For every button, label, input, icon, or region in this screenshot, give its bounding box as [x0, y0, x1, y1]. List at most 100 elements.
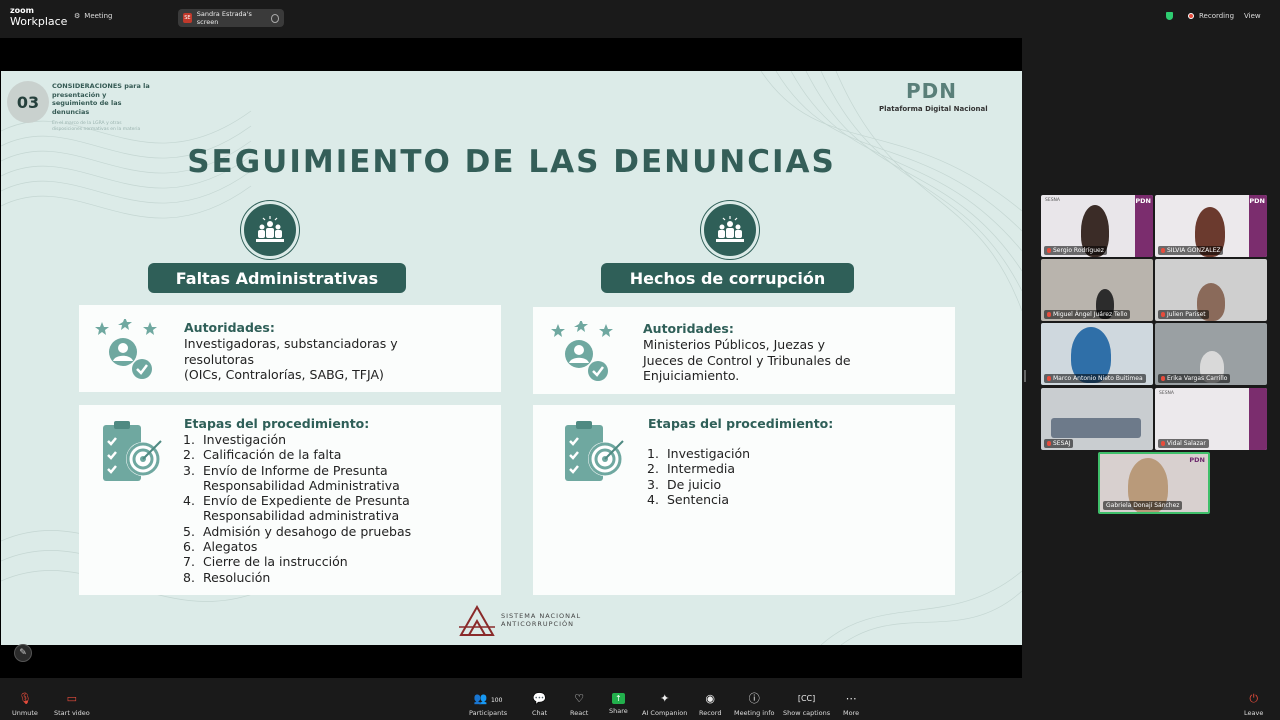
pdn-logo: PDN: [1135, 197, 1151, 205]
leave-button[interactable]: ⏻ Leave: [1244, 692, 1263, 717]
hechos-de-corrupcion-heading: Hechos de corrupción: [601, 263, 854, 293]
group-award-icon: [701, 201, 759, 259]
meeting-info-menu[interactable]: ⚙ Meeting: [74, 12, 113, 20]
recording-indicator[interactable]: Recording: [1188, 12, 1234, 20]
participant-name: Marco Antonio Nieto Buitimea: [1044, 374, 1146, 383]
participant-tile-active-speaker[interactable]: PDN Gabriela Donají Sánchez: [1098, 452, 1210, 514]
leave-icon: ⏻: [1249, 692, 1259, 705]
participant-tile[interactable]: SESNA Vidal Salazar: [1155, 388, 1267, 450]
section-number-badge: 03: [7, 81, 49, 123]
gear-icon: ⚙: [74, 12, 81, 20]
panel-resize-handle[interactable]: [1024, 370, 1026, 382]
sna-logo-line1: SISTEMA NACIONAL: [501, 612, 582, 620]
authority-user-icon: [95, 319, 157, 379]
muted-mic-icon: [1161, 312, 1165, 317]
video-off-icon: ▭: [66, 692, 78, 705]
share-options-icon[interactable]: [270, 13, 279, 23]
right-stages-list: 1. Investigación 2. Intermedia 3. De juicio…: [647, 446, 867, 507]
participant-tile[interactable]: Erika Vargas Carrillo: [1155, 323, 1267, 385]
right-stages-label: Etapas del procedimiento:: [648, 416, 834, 431]
authorities-line: resolutoras: [184, 351, 254, 367]
clipboard-target-icon: [103, 421, 162, 481]
annotate-pen-icon[interactable]: ✎: [14, 644, 32, 662]
pdn-logo: PDN: [1189, 456, 1205, 464]
participant-tile[interactable]: SESAJ: [1041, 388, 1153, 450]
muted-mic-icon: [1161, 248, 1165, 253]
sna-logo-line2: ANTICORRUPCIÓN: [501, 620, 574, 628]
start-video-button[interactable]: ▭ Start video: [54, 692, 90, 717]
stage-item: 8. Resolución: [183, 569, 271, 585]
participant-tile[interactable]: Julien Pariset: [1155, 259, 1267, 321]
muted-mic-icon: [1047, 312, 1051, 317]
screen-share-label: Sandra Estrada's screen: [196, 10, 252, 26]
clipboard-target-icon: [565, 421, 624, 481]
muted-mic-icon: 🎙: [17, 692, 32, 705]
participant-name: Julien Pariset: [1158, 310, 1209, 319]
participant-name: Sergio Rodríguez: [1044, 246, 1107, 255]
meeting-toolbar: 🎙 Unmute ▭ Start video 👥 100 Participant…: [0, 680, 1280, 720]
stage-item: 7. Cierre de la instrucción: [183, 554, 348, 570]
right-authorities-text: Ministerios Públicos, Juezas y Jueces de…: [643, 337, 851, 384]
left-authorities-text: Investigadoras, substanciadoras y resolu…: [184, 336, 398, 383]
participant-name: Erika Vargas Carrillo: [1158, 374, 1231, 383]
section-title: CONSIDERACIONES para la presentación y s…: [52, 82, 150, 116]
participant-tile[interactable]: SESNA PDN Sergio Rodríguez: [1041, 195, 1153, 257]
stage-item: 1. Investigación: [183, 432, 287, 447]
security-shield-icon[interactable]: [1166, 12, 1173, 20]
react-button[interactable]: ♡ React: [570, 692, 588, 717]
authorities-line: (OICs, Contralorías, SABG, TFJA): [184, 367, 384, 382]
authorities-line: Ministerios Públicos, Juezas y: [643, 337, 826, 352]
record-icon: ◉: [705, 692, 716, 705]
more-button[interactable]: ⋯ More: [843, 692, 859, 717]
participant-name: Gabriela Donají Sánchez: [1103, 501, 1183, 510]
unmute-button[interactable]: 🎙 Unmute: [12, 692, 38, 717]
zoom-logo: zoom Workplace: [10, 6, 67, 27]
sharer-avatar: SE: [183, 13, 192, 23]
recording-label: Recording: [1199, 12, 1235, 20]
screen-share-indicator[interactable]: SE Sandra Estrada's screen: [178, 9, 284, 27]
presentation-slide: 03 CONSIDERACIONES para la presentación …: [1, 71, 1022, 645]
chat-button[interactable]: 💬 Chat: [532, 692, 547, 717]
left-stages-card: Etapas del procedimiento: 1. Investigació…: [79, 405, 501, 595]
muted-mic-icon: [1161, 441, 1165, 446]
participant-name: Miguel Ángel Juárez Tello: [1044, 310, 1131, 319]
authorities-line: Jueces de Control y Tribunales de: [643, 352, 851, 368]
muted-mic-icon: [1047, 248, 1051, 253]
participants-button[interactable]: 👥 100 Participants: [469, 692, 507, 717]
slide-title: SEGUIMIENTO DE LAS DENUNCIAS: [187, 144, 836, 180]
sna-logo-mark: [459, 604, 495, 636]
participant-tile[interactable]: PDN SILVIA GONZALEZ: [1155, 195, 1267, 257]
sesna-logo: SESNA: [1045, 198, 1061, 203]
stage-item: 3. De juicio: [647, 476, 722, 492]
pdn-logo: PDN: [1249, 197, 1265, 205]
show-captions-button[interactable]: [CC] Show captions: [783, 692, 830, 717]
record-button[interactable]: ◉ Record: [699, 692, 721, 717]
sparkle-icon: ✦: [660, 692, 670, 705]
stage-item: 2. Calificación de la falta: [183, 447, 342, 463]
section-note: En el marco de la LGRA y otras disposici…: [52, 121, 141, 132]
participant-tile[interactable]: Miguel Ángel Juárez Tello: [1041, 259, 1153, 321]
chat-icon: 💬: [532, 692, 547, 705]
muted-mic-icon: [1161, 376, 1165, 381]
meeting-label: Meeting: [84, 12, 113, 20]
view-button[interactable]: View: [1244, 12, 1261, 20]
faltas-administrativas-heading: Faltas Administrativas: [148, 263, 406, 293]
share-screen-icon: ↑: [611, 693, 625, 704]
stage-item: 6. Alegatos: [183, 539, 258, 555]
stage-item: 4. Sentencia: [647, 491, 730, 507]
right-authorities-label: Autoridades:: [643, 321, 734, 336]
left-stages-label: Etapas del procedimiento:: [184, 416, 370, 431]
participant-tile[interactable]: Marco Antonio Nieto Buitimea: [1041, 323, 1153, 385]
share-button[interactable]: ↑ Share: [609, 692, 628, 715]
participant-name: Vidal Salazar: [1158, 439, 1209, 448]
captions-icon: [CC]: [797, 694, 816, 703]
zoom-logo-line2: Workplace: [10, 15, 68, 28]
stage-item: 4. Envío de Expediente de Presunta Respon…: [183, 493, 410, 524]
meeting-info-button[interactable]: ⓘ Meeting info: [734, 692, 774, 717]
participant-name: SESAJ: [1044, 439, 1074, 448]
sesna-logo: SESNA: [1159, 391, 1175, 396]
left-authorities-label: Autoridades:: [184, 320, 275, 335]
heart-icon: ♡: [574, 692, 585, 705]
authority-user-icon: [551, 321, 613, 381]
ai-companion-button[interactable]: ✦ AI Companion: [642, 692, 687, 717]
